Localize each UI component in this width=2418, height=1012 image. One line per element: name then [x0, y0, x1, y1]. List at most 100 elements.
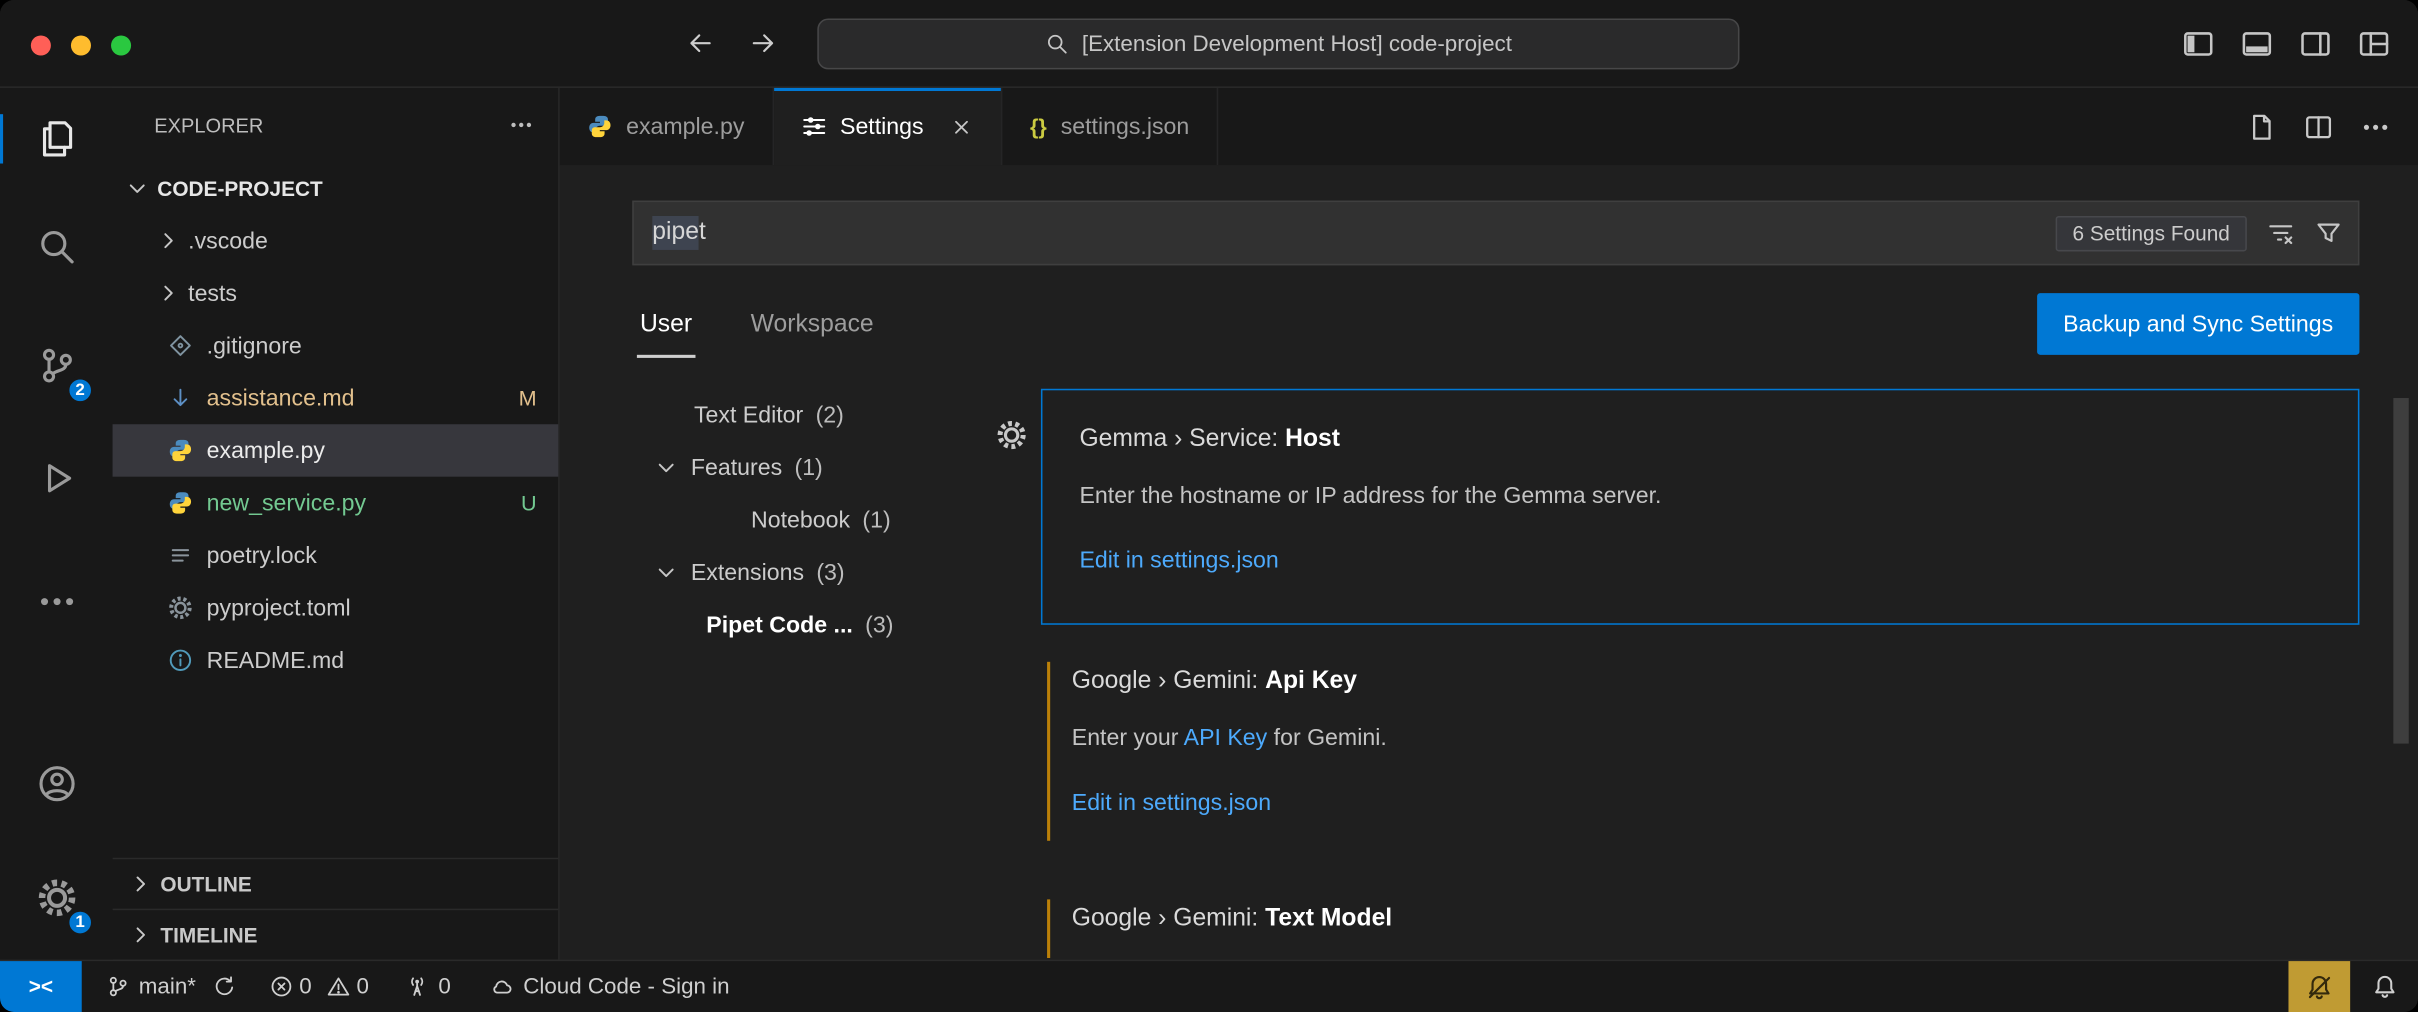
- sync-icon: [213, 975, 236, 998]
- scope-tab-user[interactable]: User: [637, 290, 695, 358]
- errors-icon: [270, 975, 293, 998]
- split-editor-icon[interactable]: [2304, 112, 2333, 141]
- activity-settings[interactable]: 1: [0, 850, 113, 946]
- settings-sliders-icon: [801, 114, 826, 139]
- open-settings-json-icon[interactable]: [2247, 112, 2276, 141]
- tree-item-pyproject-toml[interactable]: pyproject.toml: [113, 582, 559, 634]
- ports-status-item[interactable]: 0: [406, 974, 451, 999]
- toc-text-editor[interactable]: Text Editor (2): [560, 389, 1041, 441]
- cloud-code-status-item[interactable]: Cloud Code - Sign in: [491, 974, 730, 999]
- extension-alert-status-item[interactable]: [2288, 961, 2350, 1012]
- toc-notebook[interactable]: Notebook (1): [560, 494, 1041, 546]
- setting-google-gemini-text-model[interactable]: Google › Gemini: Text Model: [1041, 899, 2359, 958]
- activity-explorer[interactable]: [0, 91, 113, 187]
- search-icon: [1045, 32, 1068, 55]
- setting-gemma-service-host[interactable]: Gemma › Service: Host Enter the hostname…: [1041, 389, 2359, 625]
- toggle-panel-icon[interactable]: [2241, 27, 2273, 59]
- tree-item-readme-md[interactable]: README.md: [113, 634, 559, 686]
- toc-pipet-code[interactable]: Pipet Code ... (3): [560, 599, 1041, 651]
- setting-title: Google › Gemini: Text Model: [1072, 902, 2323, 936]
- status-bar: >< main* 0 0 0 Cloud Code - Sign in: [0, 960, 2418, 1012]
- close-tab-icon[interactable]: [950, 115, 973, 138]
- activity-accounts[interactable]: [0, 736, 113, 832]
- settings-search-input[interactable]: pipet 6 Settings Found: [632, 201, 2359, 266]
- setting-description: Enter your API Key for Gemini.: [1072, 722, 2323, 754]
- remote-indicator[interactable]: ><: [0, 961, 82, 1012]
- tree-item-example-py[interactable]: example.py: [113, 424, 559, 476]
- branch-status-item[interactable]: main*: [106, 974, 236, 999]
- bell-slash-icon: [2305, 973, 2333, 1001]
- setting-description: Enter the hostname or IP address for the…: [1079, 480, 2320, 512]
- setting-google-gemini-api-key[interactable]: Google › Gemini: Api Key Enter your API …: [1041, 662, 2359, 841]
- activity-source-control[interactable]: 2: [0, 318, 113, 414]
- back-button[interactable]: [675, 19, 724, 68]
- settings-found-badge: 6 Settings Found: [2055, 215, 2246, 250]
- zoom-window-button[interactable]: [111, 35, 131, 55]
- chevron-down-icon: [654, 455, 679, 480]
- settings-list: Gemma › Service: Host Enter the hostname…: [1041, 389, 2418, 960]
- settings-toc: Text Editor (2) Features (1) Notebook (1…: [560, 389, 1041, 960]
- minimize-window-button[interactable]: [71, 35, 91, 55]
- tree-item-new-service-py[interactable]: new_service.py U: [113, 477, 559, 529]
- toc-extensions[interactable]: Extensions (3): [560, 546, 1041, 598]
- edit-in-settings-json-link[interactable]: Edit in settings.json: [1079, 545, 1278, 577]
- tree-item-gitignore[interactable]: .gitignore: [113, 319, 559, 371]
- outline-section-header[interactable]: OUTLINE: [113, 858, 559, 909]
- tab-bar: example.py Settings {} settings.json: [560, 88, 2418, 165]
- customize-layout-icon[interactable]: [2358, 27, 2390, 59]
- setting-title: Gemma › Service: Host: [1079, 423, 2320, 457]
- tab-example-py[interactable]: example.py: [560, 88, 774, 165]
- clear-filters-icon[interactable]: [2267, 219, 2295, 247]
- files-icon: [36, 119, 76, 159]
- backup-sync-settings-button[interactable]: Backup and Sync Settings: [2037, 293, 2359, 355]
- history-nav: [675, 19, 788, 68]
- modified-indicator: [1047, 899, 1050, 958]
- explorer-more-actions-icon[interactable]: [509, 113, 534, 138]
- tree-item-vscode[interactable]: .vscode: [113, 214, 559, 266]
- close-window-button[interactable]: [31, 35, 51, 55]
- tree-root-folder[interactable]: CODE-PROJECT: [113, 162, 559, 214]
- edit-in-settings-json-link[interactable]: Edit in settings.json: [1072, 787, 1271, 819]
- markdown-file-icon: [168, 386, 193, 411]
- activity-search[interactable]: [0, 199, 113, 295]
- tree-item-poetry-lock[interactable]: poetry.lock: [113, 529, 559, 581]
- sidebar-title: EXPLORER: [154, 113, 263, 136]
- search-icon: [36, 227, 76, 267]
- activity-more-views[interactable]: [0, 554, 113, 650]
- problems-status-item[interactable]: 0 0: [270, 974, 369, 999]
- chevron-right-icon: [156, 228, 181, 253]
- tree-item-tests[interactable]: tests: [113, 267, 559, 319]
- tab-settings-json[interactable]: {} settings.json: [1002, 88, 1218, 165]
- toml-file-icon: [168, 595, 193, 620]
- forward-button[interactable]: [739, 19, 788, 68]
- search-text: t: [699, 219, 706, 247]
- api-key-link[interactable]: API Key: [1184, 725, 1268, 751]
- json-file-icon: {}: [1030, 114, 1047, 139]
- activity-run-debug[interactable]: [0, 430, 113, 526]
- vertical-scrollbar[interactable]: [2393, 398, 2408, 744]
- setting-actions-gear-icon[interactable]: [996, 420, 1027, 457]
- layout-controls: [2182, 0, 2390, 86]
- window-controls: [31, 35, 131, 55]
- modified-indicator: [1047, 662, 1050, 841]
- lock-file-icon: [168, 543, 193, 568]
- python-file-icon: [168, 491, 193, 516]
- toc-features[interactable]: Features (1): [560, 441, 1041, 493]
- scope-tab-workspace[interactable]: Workspace: [748, 290, 877, 355]
- title-bar: [Extension Development Host] code-projec…: [0, 0, 2418, 88]
- notifications-status-item[interactable]: [2350, 961, 2418, 1012]
- filter-icon[interactable]: [2315, 219, 2343, 247]
- chevron-right-icon: [156, 281, 181, 306]
- ellipsis-icon: [36, 582, 76, 622]
- toggle-primary-sidebar-icon[interactable]: [2182, 27, 2214, 59]
- command-center[interactable]: [Extension Development Host] code-projec…: [817, 19, 1739, 70]
- warnings-icon: [327, 975, 350, 998]
- settings-editor: pipet 6 Settings Found User Workspace Ba…: [560, 165, 2418, 959]
- toggle-secondary-sidebar-icon[interactable]: [2299, 27, 2331, 59]
- tab-settings[interactable]: Settings: [774, 88, 1003, 165]
- chevron-right-icon: [128, 872, 153, 897]
- timeline-section-header[interactable]: TIMELINE: [113, 909, 559, 960]
- editor-group: example.py Settings {} settings.json: [560, 88, 2418, 960]
- tree-item-assistance-md[interactable]: assistance.md M: [113, 372, 559, 424]
- more-actions-icon[interactable]: [2361, 112, 2390, 141]
